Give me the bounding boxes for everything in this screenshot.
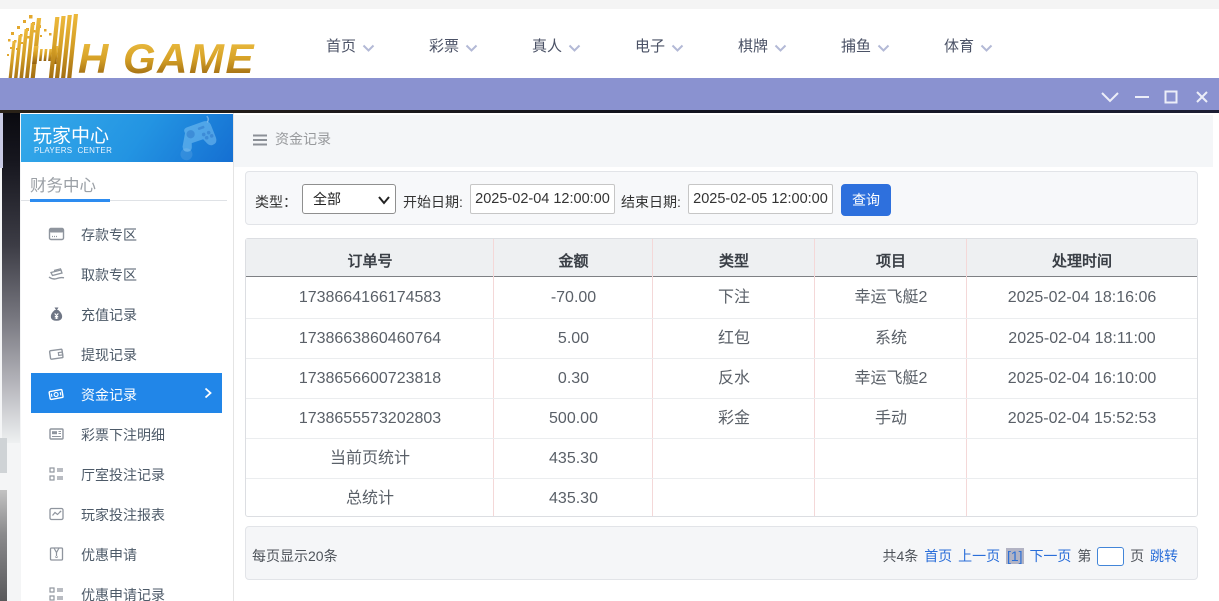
- svg-text:H GAME: H GAME: [78, 35, 255, 82]
